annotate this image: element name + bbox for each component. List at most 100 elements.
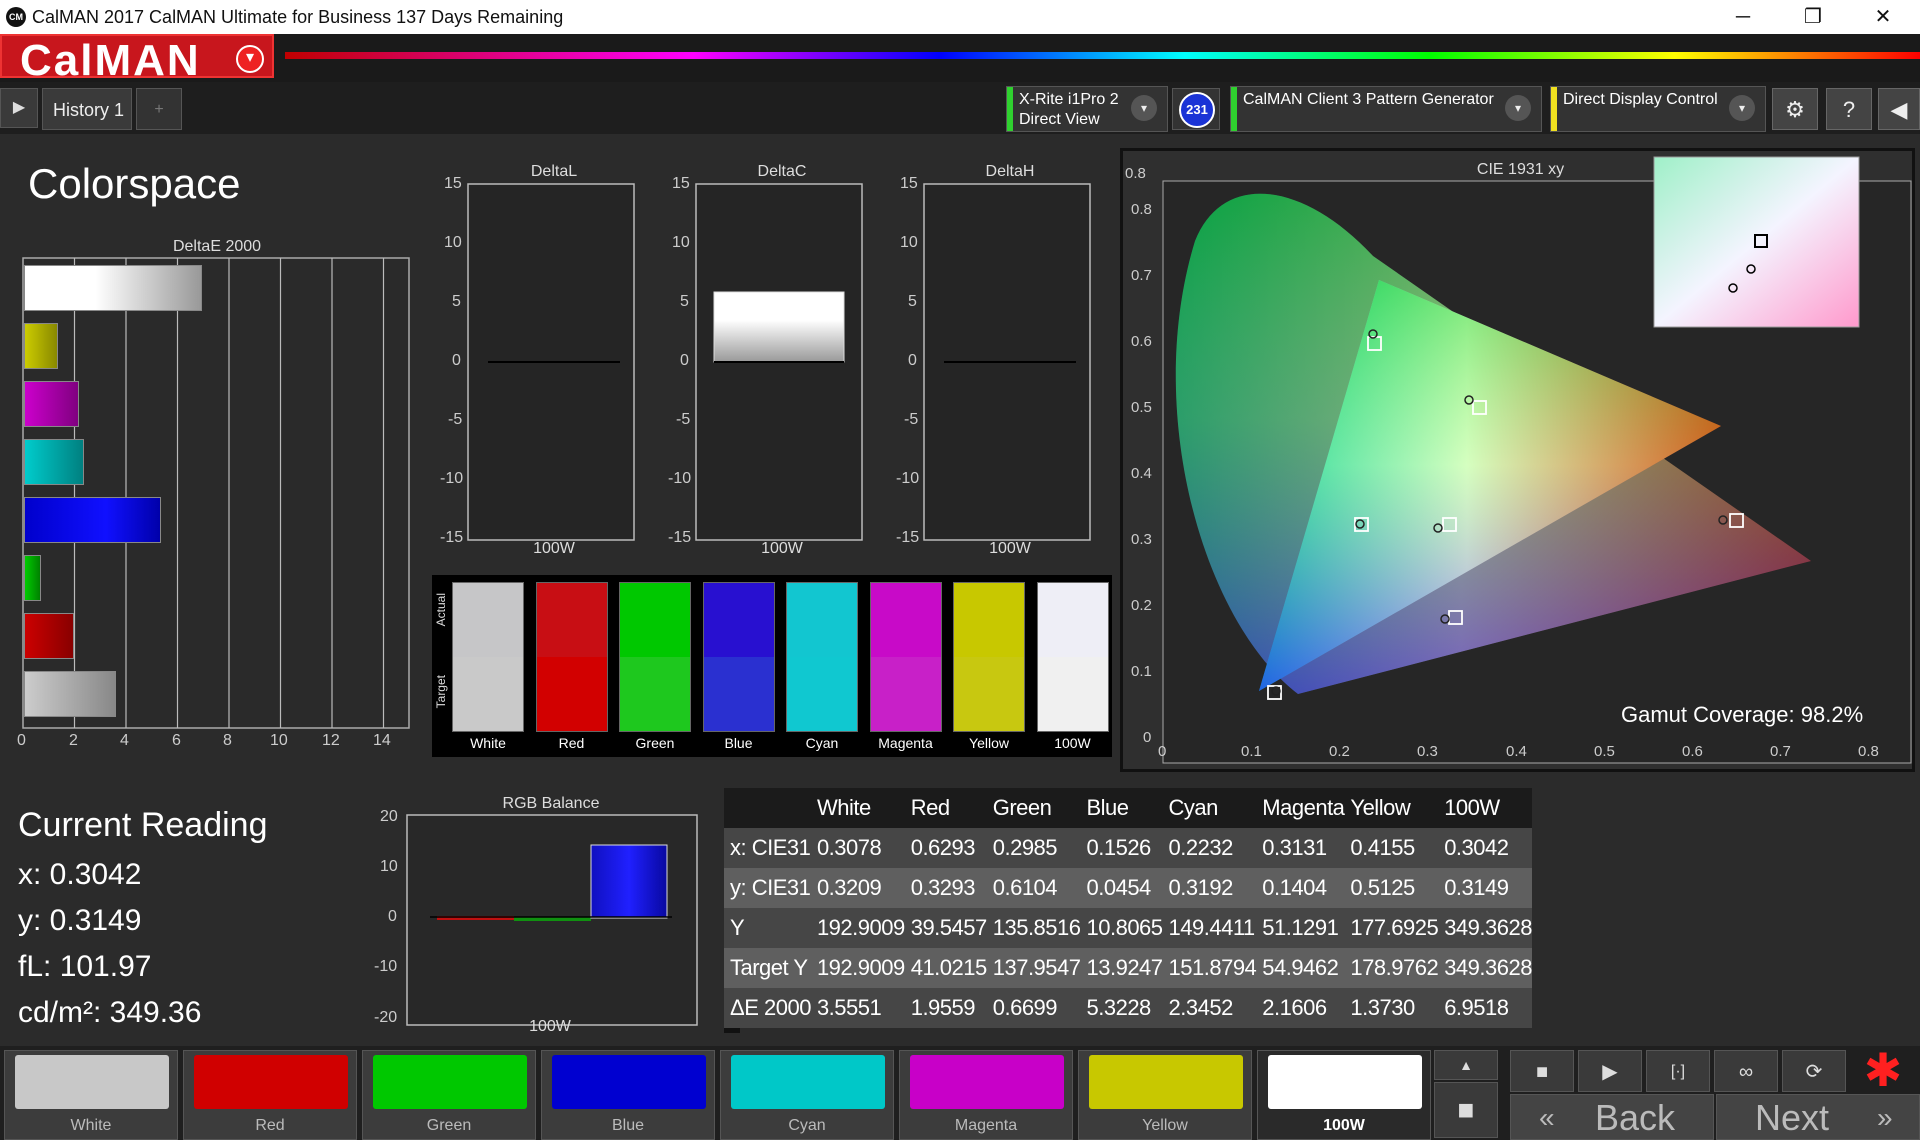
- swatch-label: Green: [635, 735, 675, 751]
- deltae-tick: 6: [172, 732, 181, 749]
- delta-tick: 15: [900, 175, 918, 192]
- patch-button-blue[interactable]: Blue: [541, 1050, 715, 1140]
- patch-button-magenta[interactable]: Magenta: [899, 1050, 1073, 1140]
- swatch-target: [954, 657, 1024, 731]
- gear-icon[interactable]: ⚙: [1772, 88, 1818, 130]
- tab-history[interactable]: History 1: [42, 88, 132, 130]
- delta-tick: -10: [668, 470, 692, 487]
- swatch-target: [703, 657, 774, 731]
- swatch-target: [1037, 657, 1108, 731]
- meter-badge-number: 231: [1179, 92, 1215, 128]
- collapse-icon[interactable]: ◀: [1878, 88, 1920, 130]
- table-cell: 2.1606: [1256, 988, 1345, 1028]
- table-cell: 1.3730: [1344, 988, 1439, 1028]
- swatch-yellow: [953, 582, 1025, 732]
- deltae-bar-100w: [24, 671, 116, 717]
- swatch-magenta: [869, 582, 942, 732]
- patch-button-red[interactable]: Red: [183, 1050, 357, 1140]
- table-cell: 192.9009: [810, 948, 905, 988]
- deltae-tick: 10: [270, 732, 288, 749]
- patch-button-cyan[interactable]: Cyan: [720, 1050, 894, 1140]
- patch-label: White: [70, 1117, 112, 1134]
- table-cell: 0.1526: [1080, 828, 1163, 868]
- delta-tick: 5: [452, 293, 461, 310]
- star-icon[interactable]: ✱: [1858, 1046, 1908, 1094]
- deltae-bar-white: [24, 265, 202, 311]
- delta-ticks: 15 10 5 0 -5 -10 -15 15 10 5 0 -5 -10 -1…: [418, 175, 1118, 555]
- patch-button-100w[interactable]: 100W: [1257, 1050, 1431, 1140]
- delta-tick: 10: [672, 234, 690, 251]
- cie-y-tick: 0.1: [1131, 663, 1152, 680]
- table-row-label: y: CIE31: [724, 868, 811, 908]
- table-row-label: Y: [724, 908, 811, 948]
- deltae-tick: 12: [322, 732, 340, 749]
- close-button[interactable]: ✕: [1848, 0, 1918, 34]
- patch-label: Yellow: [1142, 1117, 1188, 1134]
- table-cell: 0.3293: [904, 868, 987, 908]
- swatch-row: White Red Green Blue Cyan Magenta Yellow 100W: [432, 575, 1112, 757]
- swatch-green: [619, 582, 691, 732]
- table-cell: 0.2232: [1162, 828, 1257, 868]
- current-reading-title: Current Reading: [18, 806, 268, 844]
- gamut-coverage: Gamut Coverage: 98.2%: [1613, 697, 1875, 733]
- table-header-row: White Red Green Blue Cyan Magenta Yellow 100W: [724, 788, 1532, 828]
- table-row: Y 192.9009 39.5457 135.8516 10.8065 149.4411 5…: [724, 908, 1532, 948]
- swatch-actual: [453, 583, 523, 657]
- table-cell: 13.9247: [1080, 948, 1163, 988]
- help-icon[interactable]: ?: [1826, 88, 1872, 130]
- delta-tick: 15: [444, 175, 462, 192]
- patch-color: [910, 1055, 1064, 1109]
- minimize-button[interactable]: ─: [1708, 0, 1778, 34]
- window-title: CalMAN 2017 CalMAN Ultimate for Business…: [32, 7, 564, 27]
- next-button[interactable]: Next »: [1716, 1094, 1920, 1140]
- up-icon[interactable]: ▲: [1434, 1050, 1498, 1080]
- patch-label: 100W: [1323, 1117, 1365, 1134]
- stop-big-icon[interactable]: ■: [1434, 1082, 1498, 1138]
- patch-button-white[interactable]: White: [4, 1050, 178, 1140]
- patch-button-green[interactable]: Green: [362, 1050, 536, 1140]
- cie-y-tick: 0.7: [1131, 267, 1152, 284]
- table-row: ΔE 2000 3.5551 1.9559 0.6699 5.3228 2.3452 2.1…: [724, 988, 1532, 1028]
- loop-icon[interactable]: ∞: [1714, 1050, 1778, 1092]
- generator-selector[interactable]: CalMAN Client 3 Pattern Generator ▾: [1230, 86, 1542, 132]
- cie-x-tick: 0: [1158, 743, 1167, 760]
- cie-chart-panel: CIE 1931 xy 0.8 0.8 0.7 0.6 0.5 0.4 0.3 …: [1120, 148, 1915, 772]
- patch-label: Green: [426, 1117, 472, 1134]
- back-arrow-icon: «: [1539, 1102, 1555, 1133]
- display-selector[interactable]: Direct Display Control ▾: [1550, 86, 1766, 132]
- generator-status-bar: [1231, 87, 1237, 131]
- play-icon[interactable]: ▶: [1578, 1050, 1642, 1092]
- table-cell: 135.8516: [986, 908, 1081, 948]
- patch-color: [1089, 1055, 1243, 1109]
- logo-text: CalMAN: [20, 36, 201, 85]
- table-cell: 0.5125: [1344, 868, 1439, 908]
- table-cell: 6.9518: [1438, 988, 1532, 1028]
- swatch-label: Cyan: [805, 735, 839, 751]
- table-cell: 178.9762: [1344, 948, 1439, 988]
- back-label: Back: [1595, 1097, 1676, 1138]
- cie-x-tick: 0.4: [1506, 743, 1527, 760]
- table-cell: 0.6293: [904, 828, 987, 868]
- swatch-target: [787, 657, 857, 731]
- calman-menu-button[interactable]: CalMAN ▾: [0, 34, 274, 85]
- meter-selector[interactable]: X-Rite i1Pro 2 Direct View ▾: [1006, 86, 1168, 132]
- delta-tick: 10: [444, 234, 462, 251]
- restore-button[interactable]: ❐: [1778, 0, 1848, 34]
- meter-badge[interactable]: 231: [1172, 88, 1220, 130]
- deltae-tick: 2: [69, 732, 78, 749]
- cie-x-tick: 0.3: [1417, 743, 1438, 760]
- bracket-icon[interactable]: [·]: [1646, 1050, 1710, 1092]
- refresh-icon[interactable]: ⟳: [1782, 1050, 1846, 1092]
- play-icon[interactable]: ▶: [0, 88, 38, 128]
- table-cell: 349.3628: [1438, 948, 1532, 988]
- table-cell: 0.3131: [1256, 828, 1345, 868]
- back-button[interactable]: « Back: [1510, 1094, 1714, 1140]
- table-cell: 0.3192: [1162, 868, 1257, 908]
- patch-label: Blue: [611, 1117, 645, 1134]
- stop-icon[interactable]: ■: [1510, 1050, 1574, 1092]
- cie-x-tick: 0.6: [1682, 743, 1703, 760]
- table-cell: 0.6699: [986, 988, 1081, 1028]
- table-header: Yellow: [1344, 788, 1439, 828]
- patch-button-yellow[interactable]: Yellow: [1078, 1050, 1252, 1140]
- add-tab-button[interactable]: +: [136, 88, 182, 130]
